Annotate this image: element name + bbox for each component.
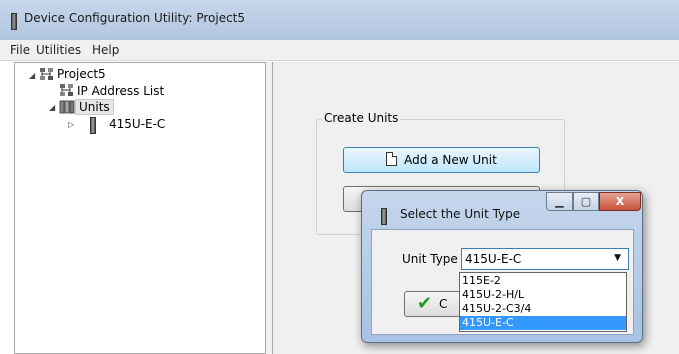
ok-button-label: C bbox=[439, 297, 448, 311]
unit-type-select[interactable]: 415U-E-C ▼ bbox=[461, 248, 629, 270]
expand-unit-toggle[interactable]: ▷ bbox=[68, 120, 74, 129]
project-tree[interactable]: ◢ Project5 IP Address List ◢ Units ▷ 415… bbox=[14, 62, 266, 354]
minimize-icon: ▁ bbox=[555, 195, 564, 208]
ip-address-list-icon bbox=[60, 84, 73, 96]
create-units-legend: Create Units bbox=[322, 111, 401, 125]
tree-node-415u-e-c[interactable]: 415U-E-C bbox=[109, 117, 165, 131]
unit-type-dropdown-list[interactable]: 115E-2 415U-2-H/L 415U-2-C3/4 415U-E-C bbox=[459, 272, 627, 332]
unit-type-label: Unit Type bbox=[402, 252, 458, 266]
add-new-unit-label: Add a New Unit bbox=[404, 153, 497, 167]
collapse-project-toggle[interactable]: ◢ bbox=[29, 71, 35, 80]
window-title: Device Configuration Utility: Project5 bbox=[24, 11, 246, 25]
menu-help[interactable]: Help bbox=[92, 43, 119, 57]
tree-node-units[interactable]: Units bbox=[75, 99, 114, 115]
network-project-icon bbox=[40, 68, 53, 80]
checkmark-icon: ✔ bbox=[417, 293, 433, 314]
dialog-title: Select the Unit Type bbox=[400, 207, 521, 221]
tree-node-ip-address-list[interactable]: IP Address List bbox=[77, 84, 164, 98]
new-document-icon bbox=[386, 152, 398, 166]
units-folder-icon bbox=[59, 100, 75, 114]
ok-button[interactable]: ✔ C bbox=[404, 291, 461, 317]
unit-type-option-415u-e-c[interactable]: 415U-E-C bbox=[460, 316, 626, 330]
unit-type-option-115e-2[interactable]: 115E-2 bbox=[460, 274, 626, 288]
minimize-button[interactable]: ▁ bbox=[546, 192, 573, 211]
app-unit-icon bbox=[11, 13, 17, 30]
menu-bar: File Utilities Help bbox=[0, 40, 679, 61]
menu-utilities[interactable]: Utilities bbox=[36, 43, 81, 57]
maximize-button[interactable]: ▢ bbox=[573, 192, 599, 211]
maximize-icon: ▢ bbox=[580, 195, 592, 208]
unit-type-option-415u-2-c34[interactable]: 415U-2-C3/4 bbox=[460, 302, 626, 316]
unit-device-icon bbox=[90, 117, 96, 134]
dropdown-arrow-icon[interactable]: ▼ bbox=[614, 253, 621, 263]
tree-node-project5[interactable]: Project5 bbox=[57, 67, 106, 81]
close-button[interactable]: X bbox=[599, 192, 641, 211]
dialog-unit-icon bbox=[381, 208, 387, 225]
add-new-unit-button[interactable]: Add a New Unit bbox=[343, 147, 540, 173]
unit-type-option-415u-2-hl[interactable]: 415U-2-H/L bbox=[460, 288, 626, 302]
close-icon: X bbox=[615, 195, 625, 208]
collapse-units-toggle[interactable]: ◢ bbox=[49, 103, 55, 112]
menu-file[interactable]: File bbox=[10, 43, 30, 57]
unit-type-selected-value: 415U-E-C bbox=[465, 252, 522, 266]
main-titlebar[interactable]: Device Configuration Utility: Project5 bbox=[0, 0, 679, 40]
